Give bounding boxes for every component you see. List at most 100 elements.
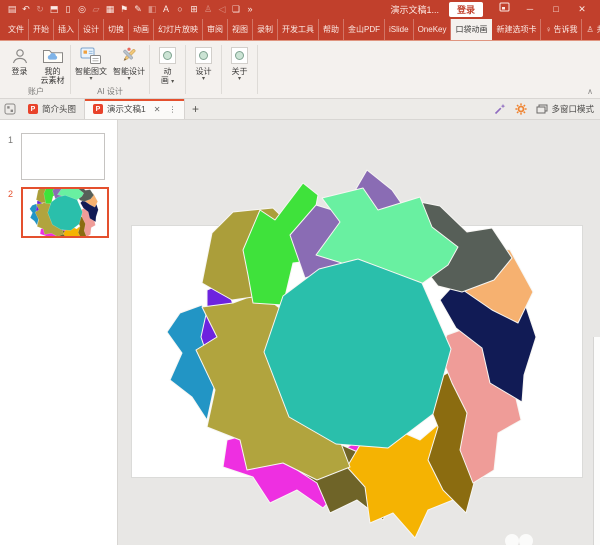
share-button[interactable]: ♙ 共享 bbox=[582, 19, 600, 40]
main-area: 1 2 bbox=[0, 120, 600, 545]
shape-icon[interactable]: ○ bbox=[173, 0, 187, 19]
close-button[interactable]: ✕ bbox=[569, 0, 595, 19]
table-icon[interactable]: ⊞ bbox=[187, 0, 201, 19]
pa-animation-label-2: 画 ▾ bbox=[161, 76, 174, 85]
tab-new-tab[interactable]: 新建选项卡 bbox=[492, 19, 541, 40]
format-painter-icon[interactable]: ⚑ bbox=[117, 0, 131, 19]
title-bar: ▤ ↶ ↻ ⬒ ▯ ◎ ▱ ▦ ⚑ ✎ ◧ A ○ ⊞ ♙ ◁ ❏ » 演示文稿… bbox=[0, 0, 600, 19]
smart-design-button[interactable]: 智能设计 ▾ bbox=[110, 44, 148, 82]
login-label: 登录 bbox=[12, 67, 28, 76]
tab-view[interactable]: 视图 bbox=[228, 19, 253, 40]
group-separator bbox=[221, 45, 222, 94]
share-label: 共享 bbox=[597, 24, 600, 35]
magic-wand-icon[interactable] bbox=[494, 103, 506, 115]
ribbon: 登录 我的 云素材 账户 智能图文 ▾ bbox=[0, 40, 600, 99]
tell-me-label: 告诉我 bbox=[553, 24, 577, 35]
smart-graphics-button[interactable]: 智能图文 ▾ bbox=[72, 44, 110, 82]
slideshow-grid-icon[interactable]: ▦ bbox=[103, 0, 117, 19]
more-tools-icon[interactable]: » bbox=[243, 0, 257, 19]
group-account: 登录 我的 云素材 账户 bbox=[3, 41, 69, 98]
slide-thumbnail-panel: 1 2 bbox=[0, 120, 118, 545]
undo-icon[interactable]: ↶ bbox=[19, 0, 33, 19]
tab-developer[interactable]: 开发工具 bbox=[278, 19, 319, 40]
right-scrollbar[interactable] bbox=[593, 337, 600, 545]
new-document-icon[interactable]: ▯ bbox=[61, 0, 75, 19]
tab-islide[interactable]: iSlide bbox=[385, 19, 414, 40]
group-separator bbox=[149, 45, 150, 94]
lightbulb-icon: ♀ bbox=[545, 25, 551, 34]
tab-review[interactable]: 审阅 bbox=[203, 19, 228, 40]
minimize-button[interactable]: ─ bbox=[517, 0, 543, 19]
fill-color-icon: ◧ bbox=[145, 0, 159, 19]
slide-1-item[interactable]: 1 bbox=[0, 133, 117, 180]
cloud-folder-icon bbox=[42, 44, 64, 67]
login-person-icon bbox=[10, 44, 30, 67]
tab-slideshow[interactable]: 幻灯片放映 bbox=[154, 19, 203, 40]
pa-animation-button[interactable]: 动 画 ▾ bbox=[151, 44, 184, 85]
pa-about-button[interactable]: 关于 ▾ bbox=[223, 44, 256, 82]
pinwheel-shape[interactable] bbox=[118, 120, 600, 545]
document-tab-current-label: 演示文稿1 bbox=[107, 103, 146, 115]
tab-home[interactable]: 开始 bbox=[29, 19, 54, 40]
window-title: 演示文稿1... bbox=[390, 3, 439, 16]
dock-window-icon[interactable] bbox=[491, 0, 517, 19]
document-tab-intro[interactable]: P 简介头图 bbox=[20, 99, 84, 119]
present-icon[interactable]: ⬒ bbox=[47, 0, 61, 19]
pa-about-label: 关于 bbox=[232, 67, 248, 76]
slide-2-item[interactable]: 2 bbox=[0, 187, 117, 238]
slide-2-thumbnail[interactable] bbox=[21, 187, 109, 238]
new-tab-button[interactable]: + bbox=[185, 99, 205, 119]
document-tab-current[interactable]: P 演示文稿1 ✕ ⋮ bbox=[84, 99, 185, 119]
tab-pocket-animation[interactable]: 口袋动画 bbox=[451, 19, 492, 40]
workspace-icon[interactable] bbox=[0, 99, 20, 119]
tab-record[interactable]: 录制 bbox=[253, 19, 278, 40]
ribbon-login-button[interactable]: 登录 bbox=[3, 44, 36, 76]
tab-design[interactable]: 设计 bbox=[79, 19, 104, 40]
tab-help[interactable]: 帮助 bbox=[319, 19, 344, 40]
gear-icon[interactable] bbox=[515, 103, 527, 115]
my-cloud-materials-button[interactable]: 我的 云素材 bbox=[36, 44, 69, 85]
tab-file[interactable]: 文件 bbox=[4, 19, 29, 40]
tab-transitions[interactable]: 切换 bbox=[104, 19, 129, 40]
collapse-ribbon-button[interactable]: ∧ bbox=[587, 87, 593, 96]
multi-window-icon bbox=[536, 104, 548, 114]
font-icon[interactable]: A bbox=[159, 0, 173, 19]
document-tab-intro-label: 简介头图 bbox=[42, 103, 76, 115]
pa-design-button[interactable]: 设计 ▾ bbox=[187, 44, 220, 82]
print-preview-icon[interactable]: ◎ bbox=[75, 0, 89, 19]
login-button[interactable]: 登录 bbox=[449, 2, 483, 17]
watermark-dot bbox=[505, 534, 519, 545]
user-icon: ♙ bbox=[201, 0, 215, 19]
smart-design-label: 智能设计 bbox=[113, 67, 145, 76]
ppt-file-icon: P bbox=[93, 104, 103, 114]
save-icon[interactable]: ▤ bbox=[5, 0, 19, 19]
pen-icon[interactable]: ✎ bbox=[131, 0, 145, 19]
tell-me-button[interactable]: ♀ 告诉我 bbox=[541, 19, 582, 40]
group-pa-about: 关于 ▾ bbox=[223, 41, 256, 98]
tab-menu-icon[interactable]: ⋮ bbox=[168, 105, 176, 114]
tab-insert[interactable]: 插入 bbox=[54, 19, 79, 40]
close-tab-icon[interactable]: ✕ bbox=[154, 105, 161, 114]
dropdown-arrow-icon: ▾ bbox=[89, 76, 92, 82]
tab-animations[interactable]: 动画 bbox=[129, 19, 154, 40]
maximize-button[interactable]: □ bbox=[543, 0, 569, 19]
multi-window-label: 多窗口模式 bbox=[551, 103, 594, 115]
smart-graphics-label: 智能图文 bbox=[75, 67, 107, 76]
pa-animation-icon bbox=[159, 44, 176, 67]
group-separator bbox=[70, 45, 71, 94]
watermark-dot bbox=[519, 534, 533, 545]
slide-1-thumbnail[interactable] bbox=[21, 133, 105, 180]
group-separator bbox=[185, 45, 186, 94]
person-icon: ♙ bbox=[586, 25, 593, 34]
tab-jinshan-pdf[interactable]: 金山PDF bbox=[344, 19, 385, 40]
group-label-empty bbox=[151, 87, 184, 98]
smart-graphics-icon bbox=[80, 44, 102, 67]
my-cloud-label-2: 云素材 bbox=[41, 76, 65, 85]
ribbon-tab-bar: 文件 开始 插入 设计 切换 动画 幻灯片放映 审阅 视图 录制 开发工具 帮助… bbox=[0, 19, 600, 40]
editing-canvas[interactable] bbox=[118, 120, 600, 545]
dropdown-arrow-icon: ▾ bbox=[202, 76, 205, 82]
dock-window-glyph bbox=[499, 2, 510, 12]
tab-onekey[interactable]: OneKey bbox=[414, 19, 452, 40]
multi-window-mode-button[interactable]: 多窗口模式 bbox=[536, 103, 594, 115]
layers-icon[interactable]: ❏ bbox=[229, 0, 243, 19]
